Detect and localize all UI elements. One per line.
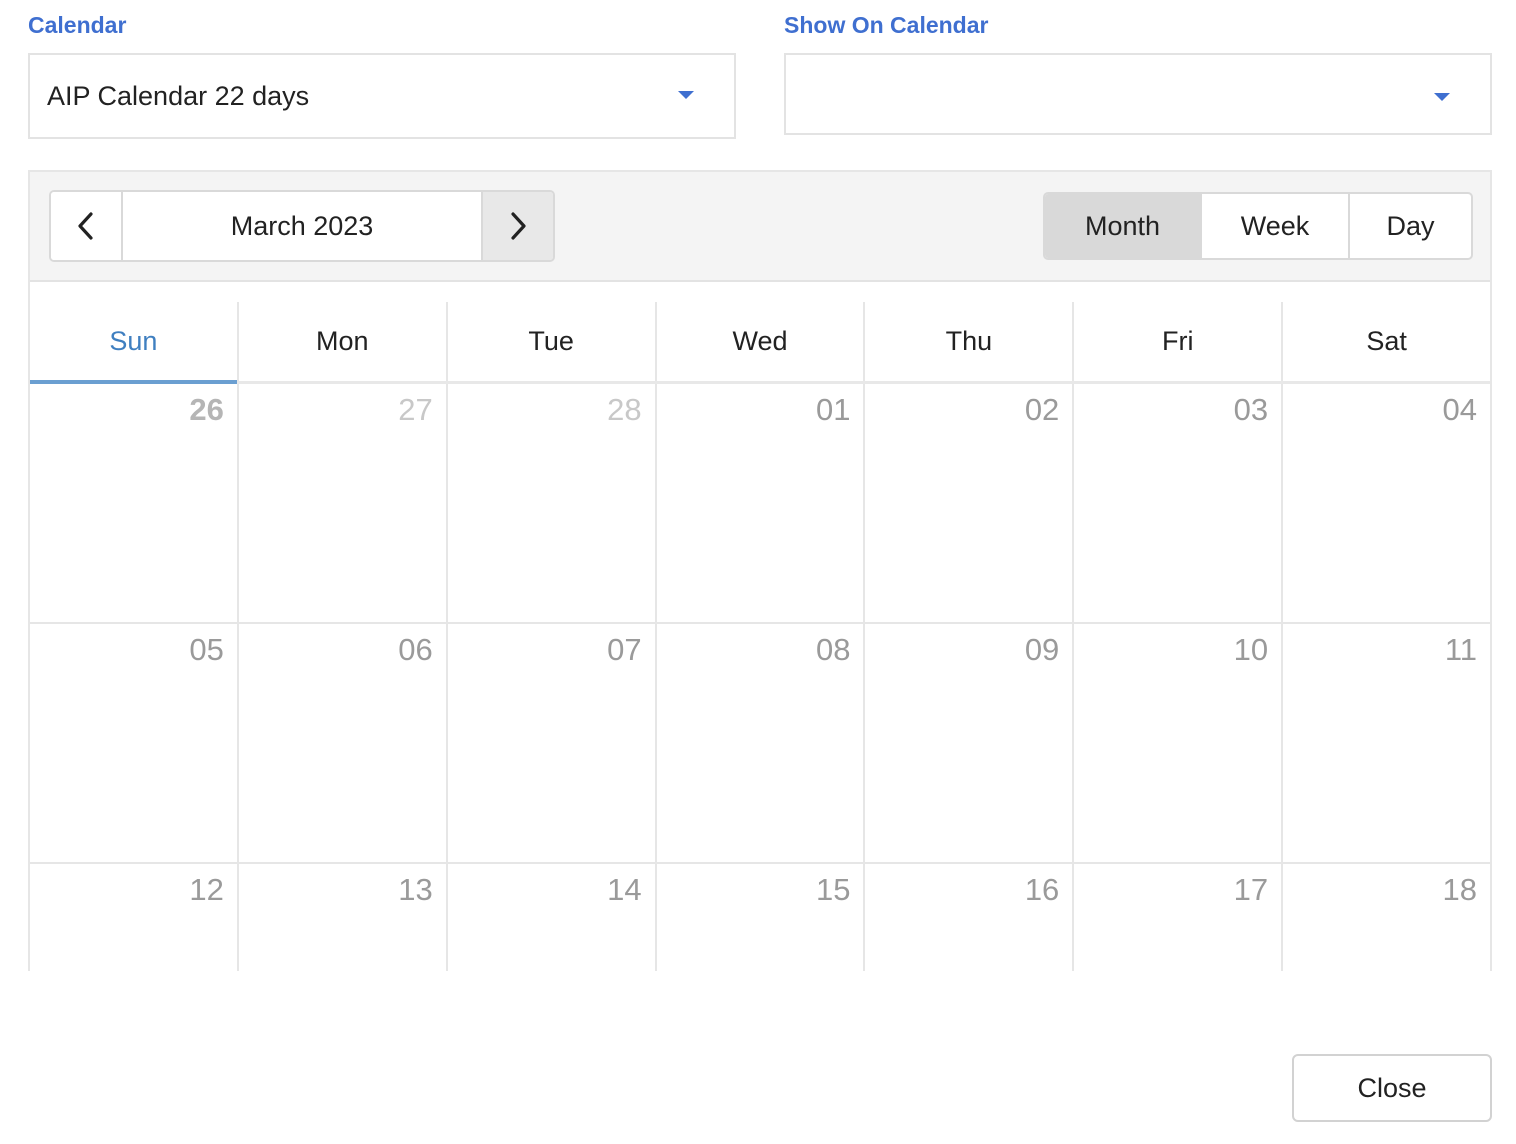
- day-number: 13: [398, 872, 433, 907]
- month-grid: 26 27 28 01 02 03 04 05 06 07 08 09 10 1…: [30, 384, 1490, 971]
- day-number: 08: [815, 632, 851, 667]
- day-number: 02: [1024, 392, 1060, 427]
- next-month-button[interactable]: [481, 192, 553, 260]
- calendar-select-value: AIP Calendar 22 days: [47, 80, 310, 111]
- day-cell[interactable]: 27: [236, 384, 446, 622]
- day-number: 07: [607, 632, 642, 667]
- calendar-select[interactable]: AIP Calendar 22 days: [28, 53, 736, 139]
- day-cell[interactable]: 12: [30, 864, 237, 971]
- day-number: 17: [1233, 872, 1269, 907]
- day-cell[interactable]: 14: [445, 864, 655, 971]
- day-cell[interactable]: 04: [1281, 384, 1490, 622]
- day-number: 10: [1233, 632, 1269, 667]
- day-cell[interactable]: 26: [30, 384, 237, 622]
- day-cell[interactable]: 11: [1281, 624, 1490, 862]
- chevron-right-icon: [511, 212, 526, 240]
- weekday-fri[interactable]: Fri: [1072, 302, 1281, 381]
- weekday-sun[interactable]: Sun: [30, 302, 237, 384]
- day-cell[interactable]: 03: [1072, 384, 1281, 622]
- week-row: 12 13 14 15 16 17 18: [30, 864, 1490, 971]
- calendar-toolbar: March 2023 Month Week Day: [30, 172, 1490, 282]
- day-cell[interactable]: 01: [654, 384, 864, 622]
- view-month-button[interactable]: Month: [1045, 194, 1200, 258]
- prev-month-button[interactable]: [51, 192, 123, 260]
- day-number: 05: [189, 632, 224, 667]
- weekday-wed[interactable]: Wed: [654, 302, 864, 381]
- day-cell[interactable]: 15: [654, 864, 864, 971]
- day-cell[interactable]: 17: [1072, 864, 1281, 971]
- weekday-tue[interactable]: Tue: [445, 302, 655, 381]
- day-number: 15: [815, 872, 851, 907]
- caret-down-icon: [1434, 93, 1450, 101]
- show-on-calendar-label: Show On Calendar: [784, 12, 989, 38]
- day-cell[interactable]: 08: [654, 624, 864, 862]
- day-number: 09: [1024, 632, 1060, 667]
- day-cell[interactable]: 16: [863, 864, 1072, 971]
- close-button[interactable]: Close: [1292, 1054, 1492, 1122]
- day-cell[interactable]: 06: [236, 624, 446, 862]
- weekday-mon[interactable]: Mon: [236, 302, 446, 381]
- calendar-widget: March 2023 Month Week Day Sun Mon Tue We…: [28, 170, 1492, 971]
- day-number: 11: [1444, 632, 1478, 667]
- day-number: 03: [1233, 392, 1269, 427]
- view-week-button[interactable]: Week: [1200, 194, 1348, 258]
- weekday-thu[interactable]: Thu: [863, 302, 1072, 381]
- day-number: 04: [1442, 392, 1478, 427]
- day-cell[interactable]: 05: [30, 624, 237, 862]
- chevron-left-icon: [78, 212, 93, 240]
- weekday-sat[interactable]: Sat: [1281, 302, 1490, 381]
- day-number: 26: [189, 392, 224, 427]
- current-month-title: March 2023: [230, 210, 374, 241]
- day-number: 18: [1442, 872, 1478, 907]
- view-switcher: Month Week Day: [1043, 192, 1473, 260]
- day-number: 14: [607, 872, 642, 907]
- view-day-button[interactable]: Day: [1348, 194, 1471, 258]
- month-navigation: March 2023: [49, 190, 555, 262]
- day-number: 01: [815, 392, 851, 427]
- day-cell[interactable]: 13: [236, 864, 446, 971]
- day-cell[interactable]: 07: [445, 624, 655, 862]
- day-cell[interactable]: 18: [1281, 864, 1490, 971]
- caret-down-icon: [678, 91, 694, 99]
- week-row: 05 06 07 08 09 10 11: [30, 624, 1490, 864]
- day-cell[interactable]: 28: [445, 384, 655, 622]
- day-number: 16: [1024, 872, 1060, 907]
- week-row: 26 27 28 01 02 03 04: [30, 384, 1490, 624]
- day-cell[interactable]: 02: [863, 384, 1072, 622]
- show-on-calendar-select[interactable]: [784, 53, 1492, 135]
- day-number: 12: [189, 872, 224, 907]
- day-number: 06: [398, 632, 433, 667]
- day-number: 27: [398, 392, 433, 427]
- day-number: 28: [607, 392, 642, 427]
- calendar-field-label: Calendar: [28, 12, 127, 38]
- day-cell[interactable]: 09: [863, 624, 1072, 862]
- day-cell[interactable]: 10: [1072, 624, 1281, 862]
- weekday-header: Sun Mon Tue Wed Thu Fri Sat: [30, 302, 1490, 384]
